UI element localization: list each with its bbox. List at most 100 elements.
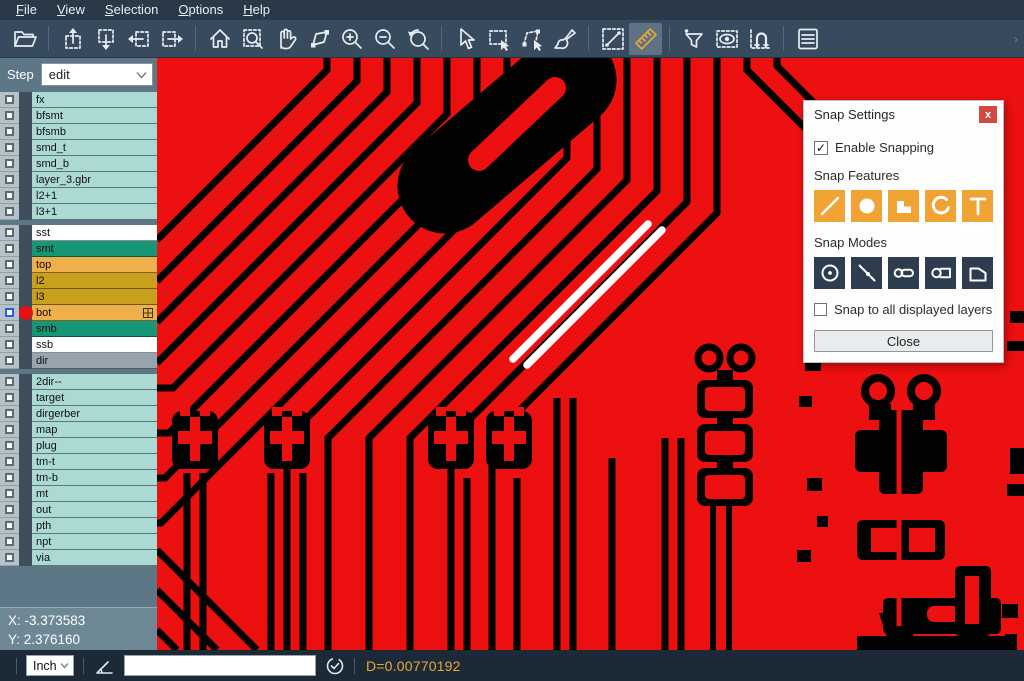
- layer-visibility-checkbox[interactable]: [5, 191, 14, 200]
- zoom-out-button[interactable]: [368, 23, 401, 55]
- home-view-button[interactable]: [203, 23, 236, 55]
- clean-brush-button[interactable]: [548, 23, 581, 55]
- layer-visibility-checkbox[interactable]: [5, 425, 14, 434]
- layer-name-chip[interactable]: tm-t: [32, 454, 157, 470]
- layer-name-chip[interactable]: dir: [32, 353, 157, 369]
- layer-visibility-checkbox[interactable]: [5, 441, 14, 450]
- snap-mode-slot-open-button[interactable]: [925, 257, 956, 289]
- close-button[interactable]: Close: [814, 330, 993, 352]
- select-rectangle-button[interactable]: [482, 23, 515, 55]
- pan-hand-button[interactable]: [269, 23, 302, 55]
- layer-visibility-checkbox[interactable]: [5, 553, 14, 562]
- layer-visibility-checkbox[interactable]: [5, 409, 14, 418]
- report-button[interactable]: [791, 23, 824, 55]
- layer-visibility-checkbox[interactable]: [5, 276, 14, 285]
- step-select[interactable]: edit: [41, 63, 153, 86]
- shift-view-down-button[interactable]: [89, 23, 122, 55]
- dialog-close-icon[interactable]: x: [979, 106, 997, 123]
- layer-name-chip[interactable]: via: [32, 550, 157, 566]
- layer-visibility-checkbox[interactable]: [5, 228, 14, 237]
- layer-visibility-checkbox[interactable]: [5, 356, 14, 365]
- layer-name-chip[interactable]: l2: [32, 273, 157, 289]
- zoom-in-button[interactable]: [335, 23, 368, 55]
- menu-item-selection[interactable]: Selection: [95, 1, 168, 19]
- snap-feature-line-button[interactable]: [814, 190, 845, 222]
- measure-line-button[interactable]: [596, 23, 629, 55]
- shift-view-up-button[interactable]: [56, 23, 89, 55]
- snap-magnet-button[interactable]: [743, 23, 776, 55]
- layer-name-chip[interactable]: bfsmt: [32, 108, 157, 124]
- snap-mode-corner-button[interactable]: [962, 257, 993, 289]
- snap-mode-slot-button[interactable]: [888, 257, 919, 289]
- layer-visibility-checkbox[interactable]: [5, 340, 14, 349]
- layer-visibility-checkbox[interactable]: [5, 143, 14, 152]
- layer-name-chip[interactable]: dirgerber: [32, 406, 157, 422]
- layer-name-chip[interactable]: sst: [32, 225, 157, 241]
- layer-visibility-checkbox[interactable]: [5, 377, 14, 386]
- snap-feature-surface-button[interactable]: [888, 190, 919, 222]
- layer-name-chip[interactable]: l3+1: [32, 204, 157, 220]
- snap-mode-center-button[interactable]: [814, 257, 845, 289]
- layer-name-chip[interactable]: bfsmb: [32, 124, 157, 140]
- layer-name-chip[interactable]: layer_3.gbr: [32, 172, 157, 188]
- layer-name-chip[interactable]: target: [32, 390, 157, 406]
- command-input[interactable]: [124, 655, 316, 676]
- layer-visibility-checkbox[interactable]: [5, 207, 14, 216]
- toolbar-overflow-chevron[interactable]: ›: [1014, 32, 1018, 46]
- layer-name-chip[interactable]: l2+1: [32, 188, 157, 204]
- enable-snapping-checkbox[interactable]: ✓: [814, 141, 828, 155]
- ruler-button[interactable]: [629, 23, 662, 55]
- layer-visibility-checkbox[interactable]: [5, 521, 14, 530]
- layer-visibility-checkbox[interactable]: [5, 159, 14, 168]
- layer-name-chip[interactable]: tm-b: [32, 470, 157, 486]
- layer-name-chip[interactable]: ssb: [32, 337, 157, 353]
- layer-name-chip[interactable]: smb: [32, 321, 157, 337]
- layer-name-chip[interactable]: map: [32, 422, 157, 438]
- layer-name-chip[interactable]: out: [32, 502, 157, 518]
- snap-dialog-titlebar[interactable]: Snap Settings x: [804, 101, 1003, 128]
- layer-visibility-checkbox[interactable]: [5, 308, 14, 317]
- layer-name-chip[interactable]: smt: [32, 241, 157, 257]
- layer-name-chip[interactable]: npt: [32, 534, 157, 550]
- apply-check-icon[interactable]: [325, 656, 345, 676]
- shift-view-left-button[interactable]: [122, 23, 155, 55]
- layer-visibility-checkbox[interactable]: [5, 457, 14, 466]
- open-folder-button[interactable]: [8, 23, 41, 55]
- layer-name-chip[interactable]: mt: [32, 486, 157, 502]
- snap-mode-line-middle-button[interactable]: [851, 257, 882, 289]
- snap-feature-pad-button[interactable]: [851, 190, 882, 222]
- layer-visibility-checkbox[interactable]: [5, 537, 14, 546]
- layer-visibility-checkbox[interactable]: [5, 244, 14, 253]
- layer-visibility-checkbox[interactable]: [5, 292, 14, 301]
- layer-visibility-checkbox[interactable]: [5, 473, 14, 482]
- snap-feature-arc-button[interactable]: [925, 190, 956, 222]
- layer-visibility-checkbox[interactable]: [5, 127, 14, 136]
- filter-button[interactable]: [677, 23, 710, 55]
- layer-name-chip[interactable]: bot: [32, 305, 157, 321]
- unit-select[interactable]: Inch: [26, 655, 74, 676]
- layer-name-chip[interactable]: top: [32, 257, 157, 273]
- layer-visibility-checkbox[interactable]: [5, 95, 14, 104]
- zoom-polygon-button[interactable]: [302, 23, 335, 55]
- menu-item-view[interactable]: View: [47, 1, 95, 19]
- menu-item-file[interactable]: File: [6, 1, 47, 19]
- layer-name-chip[interactable]: smd_t: [32, 140, 157, 156]
- layer-visibility-checkbox[interactable]: [5, 260, 14, 269]
- layer-visibility-checkbox[interactable]: [5, 505, 14, 514]
- layer-name-chip[interactable]: plug: [32, 438, 157, 454]
- layer-name-chip[interactable]: pth: [32, 518, 157, 534]
- layer-name-chip[interactable]: fx: [32, 92, 157, 108]
- layer-visibility-checkbox[interactable]: [5, 175, 14, 184]
- view-options-button[interactable]: [710, 23, 743, 55]
- layer-visibility-checkbox[interactable]: [5, 489, 14, 498]
- snap-feature-text-button[interactable]: [962, 190, 993, 222]
- layer-visibility-checkbox[interactable]: [5, 111, 14, 120]
- snap-all-layers-checkbox[interactable]: [814, 303, 827, 316]
- menu-item-options[interactable]: Options: [168, 1, 233, 19]
- select-cursor-button[interactable]: [449, 23, 482, 55]
- select-polygon-button[interactable]: [515, 23, 548, 55]
- layer-visibility-checkbox[interactable]: [5, 393, 14, 402]
- menu-item-help[interactable]: Help: [233, 1, 280, 19]
- zoom-area-button[interactable]: [236, 23, 269, 55]
- angle-measure-icon[interactable]: [93, 655, 115, 677]
